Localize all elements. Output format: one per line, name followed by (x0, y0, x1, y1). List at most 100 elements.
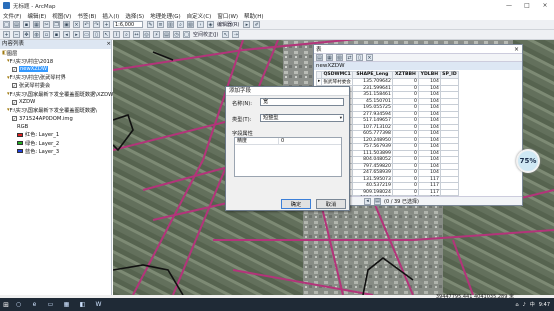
toc-item-folder[interactable]: ▾ F:\实习\国家最新下发全覆盖图斑数据\XZDW (2, 90, 113, 98)
clear-table-selection-icon[interactable]: ▯ (356, 54, 363, 61)
toc-item-band[interactable]: 绿色: Layer_2 (2, 139, 111, 147)
open-icon[interactable]: ▤ (13, 21, 20, 28)
toc-item-raster[interactable]: ✓ 371524AP0DOM.img (2, 115, 111, 123)
toc-item-band[interactable]: 蓝色: Layer_3 (2, 147, 111, 155)
menu-geoprocessing[interactable]: 地理处理(G) (150, 12, 181, 20)
toc-item-layer[interactable]: ✓ newXZDW (2, 65, 111, 73)
show-selected-icon[interactable]: ▤ (374, 197, 381, 205)
new-icon[interactable]: □ (3, 21, 10, 28)
select-by-attributes-icon[interactable]: ▧ (336, 54, 343, 61)
first-record-icon[interactable]: ◂ (364, 197, 371, 205)
column-header[interactable]: SHAPE_Leng (351, 71, 393, 79)
field-type-select[interactable]: 短整型 ▾ (260, 114, 344, 122)
layer-visibility-checkbox[interactable]: ✓ (12, 116, 17, 122)
column-header[interactable]: XZTBBH (391, 71, 419, 79)
word-icon[interactable]: W (92, 298, 105, 311)
menu-file[interactable]: 文件(F) (3, 12, 21, 20)
toc-close-icon[interactable]: × (106, 40, 111, 49)
displacement-link-icon[interactable]: ⇢ (232, 31, 240, 38)
forward-extent-icon[interactable]: ▸ (73, 31, 80, 38)
ime-indicator[interactable]: 中 (530, 301, 535, 308)
go-to-xy-icon[interactable]: ◎ (143, 31, 150, 38)
sketch-tool-icon[interactable]: ✐ (253, 21, 261, 28)
menu-customize[interactable]: 自定义(C) (187, 12, 212, 20)
toc-item-text[interactable]: RGB (2, 123, 111, 131)
search-icon[interactable]: ⌕ (177, 21, 184, 28)
clear-selection-icon[interactable]: ▯ (93, 31, 100, 38)
browser-icon[interactable]: e (28, 298, 41, 311)
task-view-icon[interactable]: ○ (12, 298, 25, 311)
toc-item-folder[interactable]: ▾ F:\实习\村庄\张武琴村界 (2, 74, 111, 82)
fixed-zoom-in-icon[interactable]: ▫ (43, 31, 50, 38)
menu-bookmarks[interactable]: 书签(B) (77, 12, 96, 20)
time-slider-icon[interactable]: ◷ (173, 31, 180, 38)
speed-gauge[interactable]: 75% (516, 149, 540, 173)
find-icon[interactable]: ⌕ (123, 31, 130, 38)
delete-icon[interactable]: × (73, 21, 80, 28)
menu-insert[interactable]: 插入(I) (102, 12, 119, 20)
adjust-tool-icon[interactable]: ↖ (222, 31, 230, 38)
table-cell[interactable]: 135.709642 (351, 77, 393, 86)
layer-visibility-checkbox[interactable]: ✓ (12, 83, 17, 89)
spatial-adjustment-menu[interactable]: 空间校正(J) (193, 31, 218, 38)
zoom-out-icon[interactable]: − (13, 31, 20, 38)
cancel-button[interactable]: 取消 (316, 199, 346, 209)
editor-menu[interactable]: 编辑器(R) (217, 21, 239, 28)
table-tab[interactable]: newXZDW (314, 62, 522, 70)
toc-item-layer[interactable]: ✓ XZDW (2, 98, 111, 106)
related-tables-icon[interactable]: ▦ (326, 54, 333, 61)
table-cell[interactable] (439, 77, 459, 86)
menu-help[interactable]: 帮助(H) (244, 12, 263, 20)
arcmap-taskbar-icon[interactable]: ◧ (76, 298, 89, 311)
toc-item-layer[interactable]: ✓ 张武琴村委会 (2, 82, 111, 90)
select-elements-icon[interactable]: ↖ (103, 31, 110, 38)
file-explorer-icon[interactable]: ▭ (44, 298, 57, 311)
table-of-contents-icon[interactable]: ≡ (157, 21, 164, 28)
print-icon[interactable]: ▦ (33, 21, 40, 28)
editor-toggle-icon[interactable]: ✎ (147, 21, 154, 28)
field-property-row[interactable]: 精度 0 (235, 138, 341, 145)
network-icon[interactable]: ⌂ (515, 302, 518, 308)
table-cell[interactable]: 0 (391, 77, 419, 86)
edit-tool-icon[interactable]: ▸ (243, 21, 251, 28)
paste-icon[interactable]: ▣ (63, 21, 70, 28)
cut-icon[interactable]: ✂ (43, 21, 50, 28)
table-cell[interactable]: 104 (417, 77, 441, 86)
pan-icon[interactable]: ✥ (23, 31, 30, 38)
layer-visibility-checkbox[interactable]: ✓ (12, 99, 17, 105)
table-close-icon[interactable]: × (514, 46, 519, 53)
column-header[interactable]: YDLBH (417, 71, 441, 79)
property-value[interactable]: 0 (279, 138, 284, 144)
redo-icon[interactable]: ↷ (93, 21, 100, 28)
full-extent-icon[interactable]: ◍ (33, 31, 40, 38)
menu-selection[interactable]: 选择(S) (125, 12, 144, 20)
ok-button[interactable]: 确定 (281, 199, 311, 209)
save-icon[interactable]: ▪ (23, 21, 30, 28)
add-data-icon[interactable]: + (103, 21, 110, 28)
column-header[interactable]: QSDWMC1 (321, 71, 353, 79)
arctoolbox-icon[interactable]: ▧ (187, 21, 194, 28)
maximize-button[interactable]: □ (518, 0, 536, 11)
column-header[interactable]: SP_ID (439, 71, 459, 79)
windows-start-icon[interactable]: ⊞ (0, 298, 12, 311)
toc-item-folder[interactable]: ▾ F:\实习\村庄\2018 (2, 57, 111, 65)
copy-icon[interactable]: ❐ (53, 21, 60, 28)
identify-icon[interactable]: i (113, 31, 120, 38)
hyperlink-icon[interactable]: ⚡ (153, 31, 160, 38)
table-row[interactable]: ▸ 张武琴村委会 135.709642 0 104 (315, 77, 459, 86)
table-options-icon[interactable]: ▤ (316, 54, 323, 61)
layer-visibility-checkbox[interactable]: ✓ (12, 66, 17, 72)
store-icon[interactable]: ▦ (60, 298, 73, 311)
menu-windows[interactable]: 窗口(W) (217, 12, 238, 20)
menu-edit[interactable]: 编辑(E) (27, 12, 46, 20)
undo-icon[interactable]: ↶ (83, 21, 90, 28)
select-features-icon[interactable]: ▭ (83, 31, 90, 38)
clock[interactable]: 9:47 (539, 302, 550, 308)
delete-selected-icon[interactable]: × (366, 54, 373, 61)
model-builder-icon[interactable]: ◈ (207, 21, 214, 28)
measure-icon[interactable]: ↔ (133, 31, 140, 38)
toc-item-folder[interactable]: ▾ F:\实习\国家最新下发全覆盖图斑数据\ (2, 106, 111, 114)
minimize-button[interactable]: — (500, 0, 518, 11)
html-popup-icon[interactable]: ▤ (163, 31, 170, 38)
toc-item-group[interactable]: ◧ 图层 (2, 49, 111, 57)
